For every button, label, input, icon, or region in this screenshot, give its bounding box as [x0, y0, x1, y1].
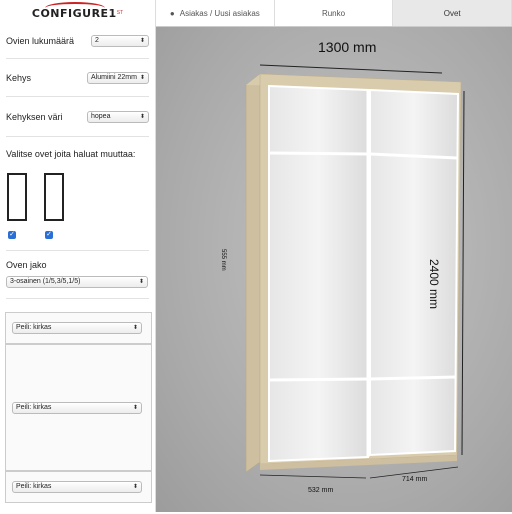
chevron-updown-icon: ⬍ [132, 484, 138, 490]
top-tabs: ● Asiakas / Uusi asiakas Runko Ovet [156, 0, 512, 27]
wardrobe-drawing [245, 64, 465, 479]
frame-value: Alumiini 22mm [91, 74, 137, 81]
tab-doors[interactable]: Ovet [393, 0, 512, 26]
select-doors-label: Valitse ovet joita haluat muuttaa: [6, 149, 136, 159]
chevron-updown-icon: ⬍ [139, 114, 145, 120]
chevron-updown-icon: ⬍ [138, 279, 144, 285]
panel-top-select[interactable]: Peili: kirkas ⬍ [12, 322, 142, 334]
tab-frame-label: Runko [321, 8, 346, 18]
panel-bottom-box: Peili: kirkas ⬍ [5, 471, 152, 503]
left-door-lower-rail [268, 377, 369, 382]
door-split-select[interactable]: 3-osainen (1/5,3/5,1/5) ⬍ [6, 276, 148, 288]
door-count-row: Ovien lukumäärä 2 ⬍ [6, 35, 149, 47]
logo-superscript: ST [116, 10, 124, 16]
frame-color-row: Kehyksen väri hopea ⬍ [6, 111, 149, 123]
width-dimension-line [259, 64, 443, 74]
left-door-width-label: 532 mm [308, 487, 334, 494]
frame-color-value: hopea [91, 113, 111, 120]
cabinet-side [245, 73, 261, 473]
door-2-checkbox[interactable]: ✓ [45, 231, 53, 239]
chevron-updown-icon: ⬍ [132, 325, 138, 331]
chevron-updown-icon: ⬍ [139, 38, 145, 44]
right-door-width-label: 714 mm [402, 476, 428, 483]
width-dimension-label: 1300 mm [318, 39, 377, 55]
divider [6, 136, 149, 137]
panel-middle-box: Peili: kirkas ⬍ [5, 344, 152, 471]
door-split-label: Oven jako [6, 260, 47, 270]
panel-bottom-select[interactable]: Peili: kirkas ⬍ [12, 481, 142, 493]
frame-label: Kehys [6, 73, 32, 83]
frame-select[interactable]: Alumiini 22mm ⬍ [87, 72, 149, 84]
panel-middle-select[interactable]: Peili: kirkas ⬍ [12, 402, 142, 414]
frame-row: Kehys Alumiini 22mm ⬍ [6, 72, 149, 84]
left-door-upper-rail [268, 151, 369, 156]
door-1-checkbox[interactable]: ✓ [8, 231, 16, 239]
door-count-label: Ovien lukumäärä [6, 36, 75, 46]
user-icon: ● [169, 8, 175, 18]
logo-swoosh-icon [45, 2, 105, 14]
divider [6, 58, 149, 59]
divider [6, 250, 149, 251]
panel-middle-value: Peili: kirkas [16, 404, 52, 411]
tab-customer[interactable]: ● Asiakas / Uusi asiakas [156, 0, 275, 26]
tab-frame[interactable]: Runko [274, 0, 394, 26]
panel-bottom-value: Peili: kirkas [16, 483, 52, 490]
left-width-dimension-line [259, 474, 367, 479]
divider [6, 298, 149, 299]
chevron-updown-icon: ⬍ [132, 405, 138, 411]
door-split-value: 3-osainen (1/5,3/5,1/5) [10, 278, 81, 285]
frame-color-label: Kehyksen väri [6, 112, 63, 122]
right-door-lower-rail [369, 375, 457, 381]
logo: CONFIGURE1 ST [0, 0, 155, 26]
tab-doors-label: Ovet [443, 8, 461, 18]
chevron-updown-icon: ⬍ [139, 75, 145, 81]
height-dimension-label: 2400 mm [427, 259, 441, 310]
frame-color-select[interactable]: hopea ⬍ [87, 111, 149, 123]
wardrobe-preview: 1300 mm 2400 mm 555 mm 532 mm 714 mm [156, 27, 512, 512]
right-door[interactable] [369, 88, 460, 457]
tab-customer-label: Asiakas / Uusi asiakas [179, 8, 260, 18]
sidebar: CONFIGURE1 ST Ovien lukumäärä 2 ⬍ Kehys Al… [0, 0, 156, 512]
door-thumbnail-1[interactable] [7, 173, 27, 221]
door-count-select[interactable]: 2 ⬍ [91, 35, 149, 47]
depth-dimension-label: 555 mm [220, 249, 226, 271]
height-dimension-line [461, 90, 465, 456]
divider [6, 96, 149, 97]
panel-top-box: Peili: kirkas ⬍ [5, 312, 152, 344]
panel-top-value: Peili: kirkas [16, 324, 52, 331]
door-count-value: 2 [95, 37, 99, 44]
door-thumbnail-2[interactable] [44, 173, 64, 221]
left-door[interactable] [268, 84, 369, 463]
